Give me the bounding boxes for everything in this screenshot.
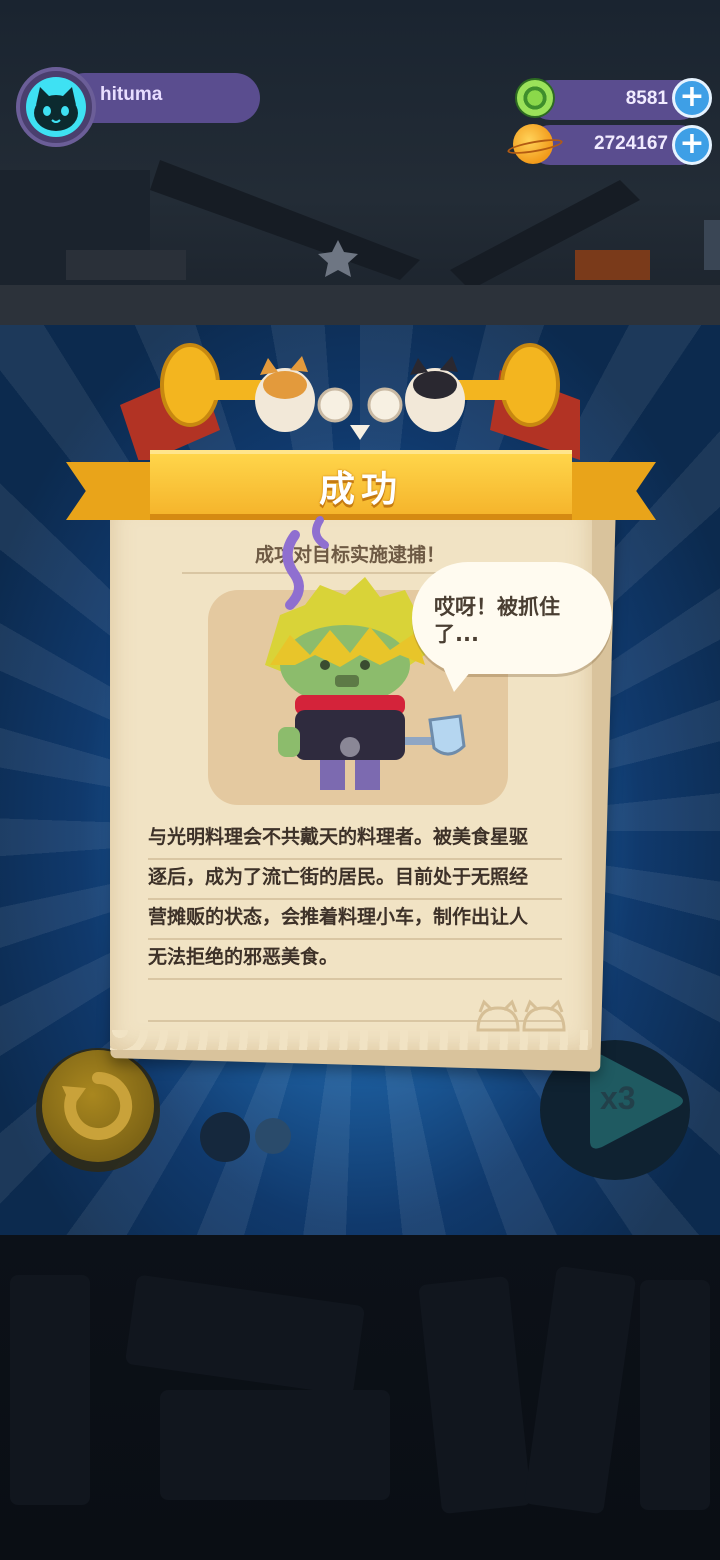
description-line: 与光明料理会不共戴天的料理者。被美食星驱	[148, 820, 562, 860]
planet-coin-icon	[506, 124, 564, 164]
retry-icon	[62, 1071, 133, 1140]
coin-count: 2724167	[594, 133, 668, 154]
page-dot	[200, 1112, 250, 1162]
background-book	[10, 1275, 90, 1505]
add-coins-button[interactable]: +	[672, 125, 712, 165]
background-box	[160, 1390, 390, 1500]
trumpeter-cats-decoration	[120, 343, 580, 460]
game-screen: hituma 8581 + 2724167 + x3 成功 成功对目标实施逮捕！…	[0, 0, 720, 1560]
character-description: 与光明料理会不共戴天的料理者。被美食星驱 逐后，成为了流亡街的居民。目前处于无照…	[148, 820, 562, 1022]
speech-text: 哎呀！被抓住了...	[434, 595, 560, 646]
speech-bubble-tail	[440, 660, 480, 692]
description-line: 无法拒绝的邪恶美食。	[148, 940, 562, 980]
username: hituma	[100, 84, 163, 105]
donut-gem-icon	[515, 78, 555, 118]
cat-face-icon	[34, 87, 78, 131]
add-gems-button[interactable]: +	[672, 78, 712, 118]
shelf-ledge	[0, 285, 720, 325]
avatar[interactable]	[26, 77, 86, 137]
cat-stamp-icon	[476, 999, 566, 1032]
retry-button[interactable]	[42, 1050, 154, 1162]
page-dot	[255, 1118, 291, 1154]
gem-count: 8581	[625, 88, 668, 109]
background-book	[640, 1280, 710, 1510]
description-line: 营摊贩的状态，会推着料理小车，制作出让人	[148, 900, 562, 940]
result-title: 成功	[318, 469, 403, 510]
description-line: 逐后，成为了流亡街的居民。目前处于无照经	[148, 860, 562, 900]
speed-multiplier-label[interactable]: x3	[600, 1080, 636, 1117]
